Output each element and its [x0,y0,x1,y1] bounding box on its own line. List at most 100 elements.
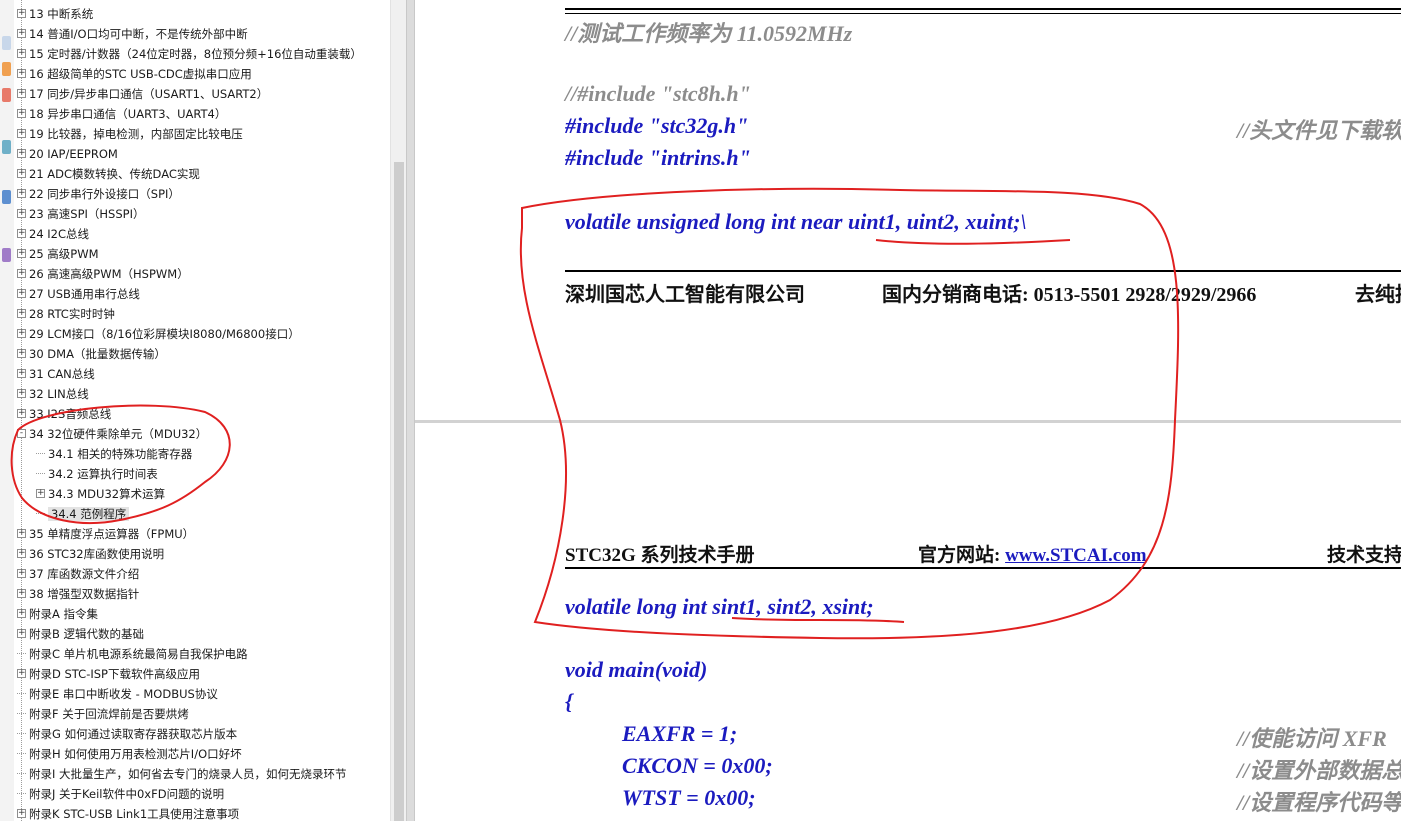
outline-item[interactable]: +14 普通I/O口均可中断，不是传统外部中断 [17,24,248,44]
expand-icon[interactable]: + [17,169,26,178]
outline-item[interactable]: +21 ADC模数转换、传统DAC实现 [17,164,200,184]
outline-item[interactable]: +30 DMA（批量数据传输） [17,344,166,364]
expand-icon[interactable]: + [17,349,26,358]
expand-icon[interactable]: + [17,69,26,78]
outline-item[interactable]: +13 中断系统 [17,4,93,24]
outline-item[interactable]: +23 高速SPI（HSSPI） [17,204,145,224]
header-site-link[interactable]: www.STCAI.com [1005,545,1146,566]
outline-item-label: 16 超级简单的STC USB-CDC虚拟串口应用 [29,67,252,81]
expand-icon[interactable]: + [17,249,26,258]
expand-icon[interactable]: + [17,269,26,278]
outline-item[interactable]: +24 I2C总线 [17,224,89,244]
outline-item-label: 22 同步串行外设接口（SPI） [29,187,180,201]
outline-item[interactable]: 34.2 运算执行时间表 [36,464,158,484]
outline-item[interactable]: +20 IAP/EEPROM [17,144,118,164]
outline-item-label: 附录K STC-USB Link1工具使用注意事项 [29,807,240,821]
panel-splitter[interactable] [406,0,415,821]
outline-item[interactable]: +35 单精度浮点运算器（FPMU） [17,524,194,544]
outline-item[interactable]: + 附录B 逻辑代数的基础 [17,624,144,644]
footer-company: 深圳国芯人工智能有限公司 [565,284,805,306]
outline-item-label: 20 IAP/EEPROM [29,147,118,161]
outline-item[interactable]: + 附录D STC-ISP下载软件高级应用 [17,664,200,684]
expand-icon[interactable]: + [17,569,26,578]
expand-icon[interactable]: + [17,669,26,678]
expand-icon[interactable]: + [17,389,26,398]
expand-icon[interactable]: + [17,329,26,338]
outline-item[interactable]: +31 CAN总线 [17,364,95,384]
outline-item-label: 36 STC32库函数使用说明 [29,547,165,561]
tag-blue-icon[interactable] [2,190,11,204]
outline-scrollbar[interactable] [390,0,407,821]
outline-item[interactable]: +22 同步串行外设接口（SPI） [17,184,180,204]
outline-item[interactable]: +32 LIN总线 [17,384,89,404]
expand-icon[interactable]: + [17,29,26,38]
outline-item[interactable]: +26 高速高级PWM（HSPWM） [17,264,189,284]
expand-icon[interactable]: + [17,289,26,298]
header-manual-title: STC32G 系列技术手册 [565,545,755,566]
outline-item[interactable]: 附录F 关于回流焊前是否要烘烤 [17,704,189,724]
expand-icon[interactable]: + [17,629,26,638]
outline-item[interactable]: +16 超级简单的STC USB-CDC虚拟串口应用 [17,64,252,84]
outline-item[interactable]: 附录I 大批量生产，如何省去专门的烧录人员，如何无烧录环节 [17,764,347,784]
tag-teal-icon[interactable] [2,140,11,154]
expand-icon[interactable]: + [17,409,26,418]
expand-icon[interactable]: + [17,109,26,118]
expand-icon[interactable]: + [17,369,26,378]
outline-item[interactable]: +33 I2S音频总线 [17,404,111,424]
tag-purple-icon[interactable] [2,248,11,262]
expand-icon[interactable]: + [17,9,26,18]
outline-item[interactable]: + 附录K STC-USB Link1工具使用注意事项 [17,804,239,821]
tag-orange-icon[interactable] [2,62,11,76]
outline-item[interactable]: +36 STC32库函数使用说明 [17,544,164,564]
bookmark-icon[interactable] [2,36,11,50]
outline-item[interactable]: +38 增强型双数据指针 [17,584,139,604]
outline-item[interactable]: 附录G 如何通过读取寄存器获取芯片版本 [17,724,237,744]
outline-item[interactable]: + 附录A 指令集 [17,604,98,624]
expand-icon[interactable]: + [17,189,26,198]
outline-item[interactable]: 附录E 串口中断收发 - MODBUS协议 [17,684,218,704]
outline-item[interactable]: +18 异步串口通信（UART3、UART4） [17,104,226,124]
expand-icon[interactable]: + [17,209,26,218]
expand-icon[interactable]: + [17,149,26,158]
comment-ckcon: //设置外部数据总 [1237,758,1401,783]
outline-scrollbar-thumb[interactable] [394,162,404,821]
outline-item[interactable]: -34 32位硬件乘除单元（MDU32） [17,424,207,444]
expand-icon[interactable]: + [17,49,26,58]
outline-item-label: 23 高速SPI（HSSPI） [29,207,145,221]
outline-item[interactable]: 附录C 单片机电源系统最简易自我保护电路 [17,644,248,664]
tree-connector [17,773,26,774]
outline-item[interactable]: 34.1 相关的特殊功能寄存器 [36,444,192,464]
header-site-label: 官方网站: [918,545,1006,566]
outline-item-label: 17 同步/异步串口通信（USART1、USART2） [29,87,269,101]
outline-item[interactable]: +17 同步/异步串口通信（USART1、USART2） [17,84,268,104]
main-signature: void main(void) [565,657,708,682]
tag-red-icon[interactable] [2,88,11,102]
expand-icon[interactable]: + [17,549,26,558]
expand-icon[interactable]: + [17,589,26,598]
outline-item[interactable]: 附录H 如何使用万用表检测芯片I/O口好坏 [17,744,242,764]
outline-item[interactable]: +19 比较器，掉电检测，内部固定比较电压 [17,124,243,144]
outline-item[interactable]: 附录J 关于Keil软件中0xFD问题的说明 [17,784,224,804]
outline-item[interactable]: 34.4 范例程序 [36,504,130,524]
tree-connector [17,713,26,714]
outline-item[interactable]: +25 高级PWM [17,244,99,264]
decl-uint-prefix: volatile unsigned long int near [565,209,848,234]
outline-item[interactable]: +29 LCM接口（8/16位彩屏模块I8080/M6800接口） [17,324,300,344]
outline-item[interactable]: +28 RTC实时时钟 [17,304,115,324]
outline-item[interactable]: +27 USB通用串行总线 [17,284,140,304]
collapse-icon[interactable]: - [17,429,26,438]
outline-item[interactable]: +37 库函数源文件介绍 [17,564,139,584]
expand-icon[interactable]: + [17,89,26,98]
expand-icon[interactable]: + [17,609,26,618]
outline-item[interactable]: +15 定时器/计数器（24位定时器，8位预分频+16位自动重装载） [17,44,362,64]
expand-icon[interactable]: + [36,489,45,498]
expand-icon[interactable]: + [17,529,26,538]
expand-icon[interactable]: + [17,809,26,818]
outline-item-label: 附录J 关于Keil软件中0xFD问题的说明 [29,787,225,801]
expand-icon[interactable]: + [17,129,26,138]
brace-open: { [565,689,573,714]
expand-icon[interactable]: + [17,309,26,318]
outline-item-label: 26 高速高级PWM（HSPWM） [29,267,189,281]
expand-icon[interactable]: + [17,229,26,238]
outline-item[interactable]: +34.3 MDU32算术运算 [36,484,165,504]
